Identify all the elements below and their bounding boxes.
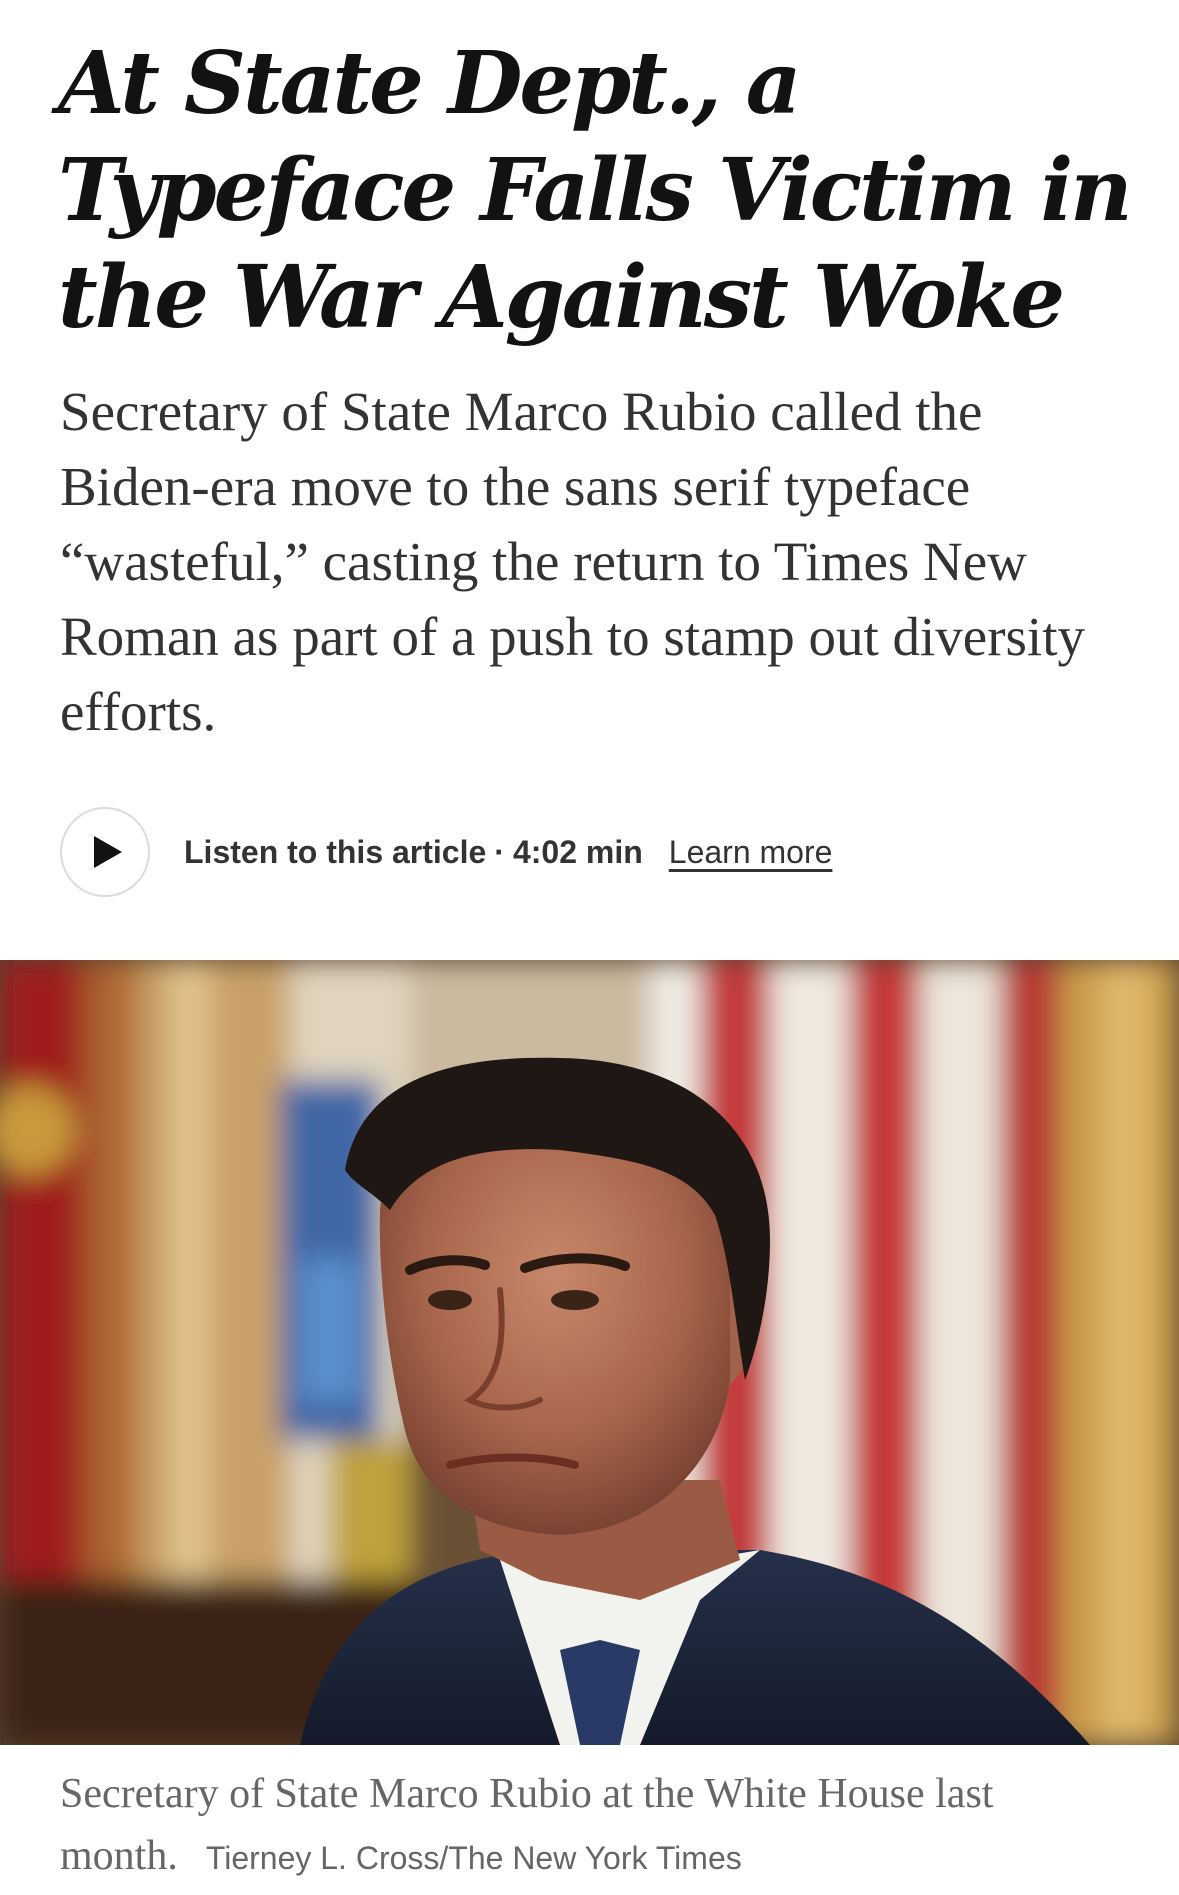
- article-headline: At State Dept., a Typeface Falls Victim …: [58, 33, 1133, 348]
- audio-separator: ·: [494, 833, 505, 870]
- play-icon: [94, 836, 122, 868]
- listen-label: Listen to this article: [184, 833, 487, 870]
- photo-illustration: [0, 960, 1179, 1745]
- photo-caption: Secretary of State Marco Rubio at the Wh…: [60, 1767, 1140, 1891]
- play-button[interactable]: [60, 807, 150, 897]
- article-summary: Secretary of State Marco Rubio called th…: [60, 381, 1085, 742]
- article-photo[interactable]: [0, 960, 1179, 1745]
- audio-duration: 4:02 min: [512, 833, 643, 870]
- photo-credit: Tierney L. Cross/The New York Times: [205, 1840, 742, 1876]
- learn-more-link[interactable]: Learn more: [669, 834, 833, 871]
- audio-player: Listen to this article · 4:02 min Learn …: [60, 805, 832, 899]
